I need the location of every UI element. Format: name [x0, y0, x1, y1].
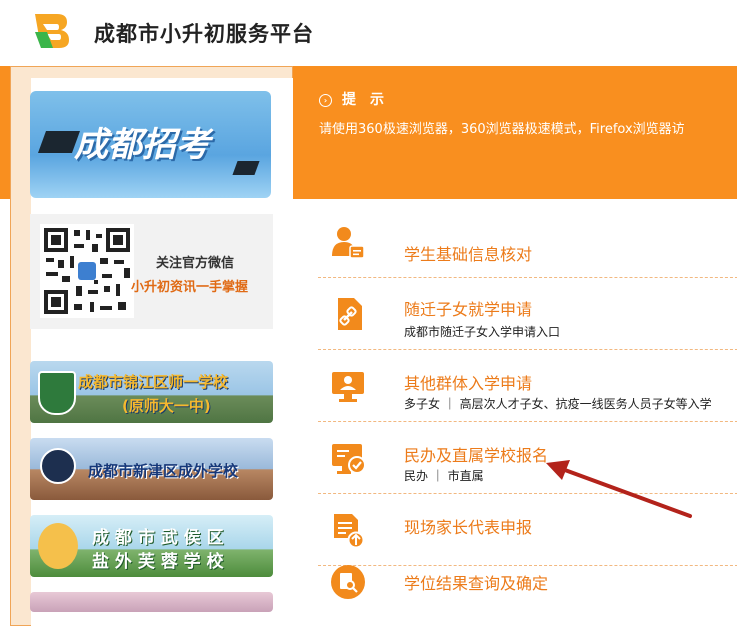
search-result-icon	[331, 565, 365, 599]
menu-subtitle: 民办 ｜ 市直属	[404, 469, 484, 483]
menu-title[interactable]: 现场家长代表申报	[404, 514, 532, 538]
banner-title: 成都招考	[74, 125, 210, 165]
link-doc-icon	[338, 298, 362, 330]
wechat-subtitle: 小升初资讯一手掌握	[131, 280, 249, 295]
notice-title: › 提 示	[319, 89, 384, 109]
menu-title[interactable]: 学生基础信息核对	[404, 241, 532, 265]
site-title: 成都市小升初服务平台	[94, 22, 314, 46]
register-check-icon	[332, 444, 366, 474]
school-banner-partial[interactable]	[30, 592, 273, 612]
menu-title[interactable]: 随迁子女就学申请	[404, 296, 532, 320]
notice-text: 请使用360极速浏览器，360浏览器极速模式，Firefox浏览器访	[319, 122, 685, 137]
chengdu-zhaokao-banner[interactable]: 成都招考	[30, 91, 271, 198]
graduation-cap-icon	[232, 161, 260, 175]
menu-subtitle: 成都市随迁子女入学申请入口	[404, 325, 561, 339]
annotation-arrow-icon	[546, 460, 692, 518]
school-banner-shiyi[interactable]: 成都市锦江区师一学校 (原师大一中)	[30, 361, 273, 423]
menu-item-student-info[interactable]: 学生基础信息核对	[318, 206, 737, 278]
menu-item-other-groups[interactable]: 其他群体入学申请 多子女 ｜ 高层次人才子女、抗疫一线医务人员子女等入学	[318, 350, 737, 422]
school-emblem-icon	[38, 523, 78, 569]
wechat-qr-panel: 关注官方微信 小升初资讯一手掌握	[30, 214, 273, 329]
upload-doc-icon	[334, 514, 365, 548]
school-banner-xinjin[interactable]: 成都市新津区成外学校	[30, 438, 273, 500]
school-emblem-icon	[38, 371, 76, 415]
monitor-user-icon	[332, 372, 364, 402]
menu-subtitle: 多子女 ｜ 高层次人才子女、抗疫一线医务人员子女等入学	[404, 397, 712, 411]
logo-icon	[35, 14, 69, 48]
site-header: 成都市小升初服务平台	[0, 0, 737, 66]
id-card-icon	[332, 227, 365, 259]
menu-item-result-query[interactable]: 学位结果查询及确定	[318, 558, 737, 630]
school-banner-wuhou[interactable]: 成 都 市 武 侯 区 盐 外 芙 蓉 学 校	[30, 515, 273, 577]
info-circle-icon: ›	[319, 94, 332, 107]
wechat-title: 关注官方微信	[156, 256, 235, 271]
school-emblem-icon	[40, 448, 76, 484]
menu-title[interactable]: 其他群体入学申请	[404, 370, 532, 394]
menu-title[interactable]: 学位结果查询及确定	[404, 570, 548, 594]
menu-item-migrant-children[interactable]: 随迁子女就学申请 成都市随迁子女入学申请入口	[318, 278, 737, 350]
qr-code	[40, 224, 134, 318]
menu-title[interactable]: 民办及直属学校报名	[404, 442, 548, 466]
